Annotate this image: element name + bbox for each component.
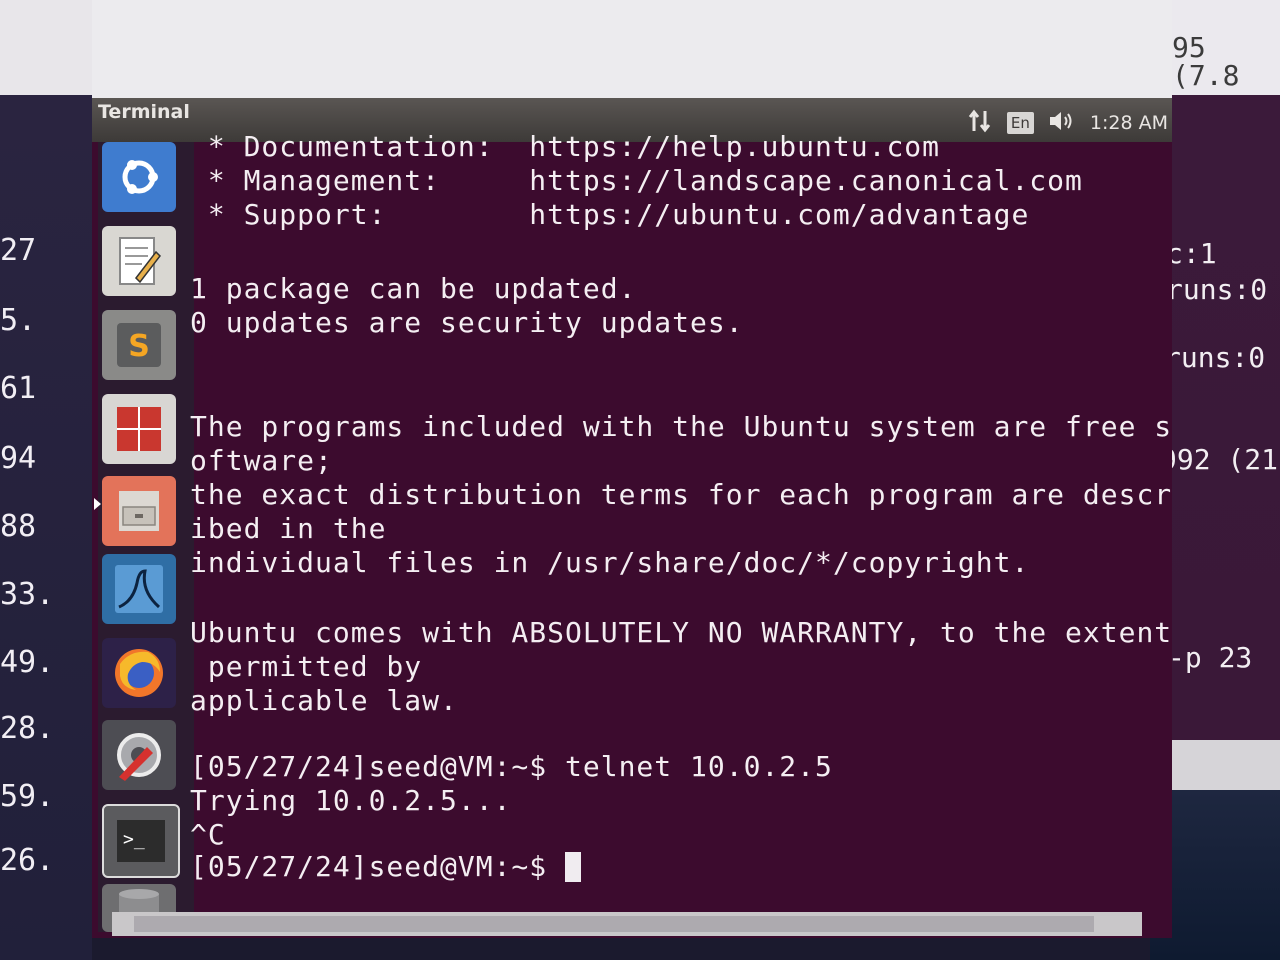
background-text: 33. bbox=[0, 577, 55, 612]
background-text: 26. bbox=[0, 843, 55, 878]
svg-text:S: S bbox=[128, 329, 150, 364]
terminal-line: The programs included with the Ubuntu sy… bbox=[190, 410, 1173, 443]
calculator-grid-icon[interactable] bbox=[102, 394, 176, 464]
terminal-icon[interactable]: >_ bbox=[102, 804, 180, 878]
file-cabinet-icon[interactable] bbox=[102, 476, 176, 546]
background-text: 94 bbox=[0, 441, 37, 476]
terminal-line: Ubuntu comes with ABSOLUTELY NO WARRANTY… bbox=[190, 616, 1173, 649]
background-text: 28. bbox=[0, 711, 55, 746]
shell-prompt: [05/27/24]seed@VM:~$ bbox=[190, 850, 566, 883]
background-window-top bbox=[92, 0, 1172, 98]
background-text: runs:0 bbox=[1164, 341, 1266, 374]
horizontal-scrollbar[interactable] bbox=[112, 912, 1142, 936]
terminal-window[interactable]: Terminal En 1:28 AM S >_ * Documentation… bbox=[92, 98, 1172, 938]
background-text: 5. bbox=[0, 303, 37, 338]
terminal-line: * Documentation: https://help.ubuntu.com bbox=[190, 130, 941, 163]
active-app-arrow bbox=[94, 498, 101, 510]
terminal-line: oftware; bbox=[190, 444, 333, 477]
terminal-line: 1 package can be updated. bbox=[190, 272, 637, 305]
background-text: -p 23 bbox=[1168, 641, 1253, 674]
terminal-line: the exact distribution terms for each pr… bbox=[190, 478, 1173, 511]
svg-text:>_: >_ bbox=[123, 829, 145, 850]
background-text: c:1 bbox=[1166, 237, 1217, 270]
ubuntu-dash-icon[interactable] bbox=[102, 142, 176, 212]
terminal-line: Trying 10.0.2.5... bbox=[190, 784, 512, 817]
text-editor-icon[interactable] bbox=[102, 226, 176, 296]
background-text: 49. bbox=[0, 645, 55, 680]
background-text: runs:0 bbox=[1166, 273, 1268, 306]
firefox-icon[interactable] bbox=[102, 638, 176, 708]
launcher: S >_ bbox=[94, 142, 194, 932]
terminal-line: ^C bbox=[190, 818, 226, 851]
system-settings-icon[interactable] bbox=[102, 720, 176, 790]
prompt-line[interactable]: [05/27/24]seed@VM:~$ bbox=[190, 850, 582, 884]
background-text: 27 bbox=[0, 233, 37, 268]
terminal-output[interactable]: * Documentation: https://help.ubuntu.com… bbox=[190, 130, 1171, 910]
sublime-text-icon[interactable]: S bbox=[102, 310, 176, 380]
terminal-line: permitted by bbox=[190, 650, 423, 683]
background-text: 59. bbox=[0, 779, 55, 814]
text-cursor bbox=[565, 852, 582, 882]
terminal-line: * Support: https://ubuntu.com/advantage bbox=[190, 198, 1030, 231]
terminal-line: individual files in /usr/share/doc/*/cop… bbox=[190, 546, 1030, 579]
wireshark-icon[interactable] bbox=[102, 554, 176, 624]
terminal-line: 0 updates are security updates. bbox=[190, 306, 744, 339]
terminal-line: [05/27/24]seed@VM:~$ telnet 10.0.2.5 bbox=[190, 750, 833, 783]
terminal-line: * Management: https://landscape.canonica… bbox=[190, 164, 1083, 197]
terminal-line: ibed in the bbox=[190, 512, 387, 545]
window-title: Terminal bbox=[98, 101, 190, 123]
background-text: 88 bbox=[0, 509, 37, 544]
background-text: 95 (7.8 bbox=[1172, 31, 1240, 92]
background-text: 61 bbox=[0, 371, 37, 406]
terminal-line: applicable law. bbox=[190, 684, 458, 717]
scrollbar-thumb[interactable] bbox=[134, 916, 1094, 932]
background-window-left bbox=[0, 0, 92, 960]
background-text: 992 (21 bbox=[1160, 443, 1279, 476]
